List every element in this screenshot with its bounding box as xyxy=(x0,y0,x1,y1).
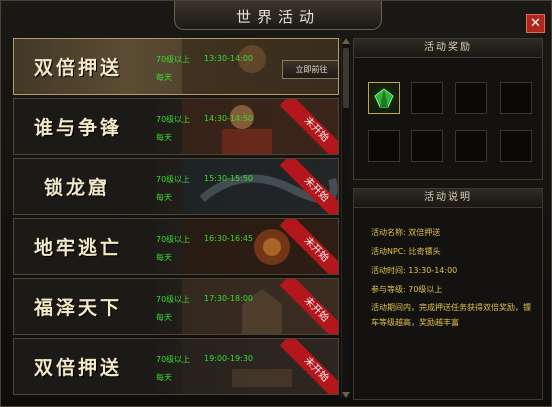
scroll-thumb[interactable] xyxy=(343,48,349,108)
activity-frequency: 每天 xyxy=(156,73,172,82)
desc-line-name: 活动名称: 双倍押送 xyxy=(371,228,441,237)
activity-level: 70级以上 xyxy=(156,235,191,244)
not-started-ribbon: 未开始 xyxy=(277,99,338,154)
activity-name: 双倍押送 xyxy=(34,357,123,379)
status-badge: 未开始 xyxy=(279,159,338,214)
rewards-panel: 活动奖励 xyxy=(353,38,543,180)
desc-line-level: 参与等级: 70级以上 xyxy=(371,285,443,294)
activity-time: 14:30-14:50 xyxy=(204,114,253,123)
not-started-ribbon: 未开始 xyxy=(277,339,338,394)
activity-name: 谁与争锋 xyxy=(34,117,123,139)
activity-row-2[interactable]: 谁与争锋 70级以上 14:30-14:50 每天 未开始 xyxy=(13,98,339,155)
reward-slot-2[interactable] xyxy=(411,82,443,114)
desc-line-npc: 活动NPC: 比奇镖头 xyxy=(371,247,441,256)
status-badge: 未开始 xyxy=(279,99,338,154)
scroll-up-icon[interactable] xyxy=(342,38,350,44)
activity-level: 70级以上 xyxy=(156,175,191,184)
activity-scrollbar[interactable] xyxy=(341,38,350,398)
activity-frequency: 每天 xyxy=(156,253,172,262)
scroll-down-icon[interactable] xyxy=(342,392,350,398)
not-started-ribbon: 未开始 xyxy=(277,159,338,214)
reward-slot-5[interactable] xyxy=(368,130,400,162)
activity-time: 13:30-14:00 xyxy=(204,54,253,63)
rewards-title: 活动奖励 xyxy=(354,39,542,58)
activity-level: 70级以上 xyxy=(156,55,191,64)
reward-slot-1[interactable] xyxy=(368,82,400,114)
green-gem-icon xyxy=(374,88,394,108)
activity-frequency: 每天 xyxy=(156,193,172,202)
activity-level: 70级以上 xyxy=(156,115,191,124)
activity-list: 双倍押送 70级以上 13:30-14:00 每天 立即前往 谁与争锋 70级以… xyxy=(13,38,339,398)
title-plate: 世界活动 xyxy=(174,1,382,30)
close-icon: ✕ xyxy=(530,16,541,31)
status-badge: 未开始 xyxy=(279,339,338,394)
activity-frequency: 每天 xyxy=(156,313,172,322)
activity-time: 19:00-19:30 xyxy=(204,354,253,363)
reward-slot-8[interactable] xyxy=(500,130,532,162)
activity-name: 福泽天下 xyxy=(34,297,123,319)
activity-name: 地牢逃亡 xyxy=(34,237,123,259)
desc-line-time: 活动时间: 13:30-14:00 xyxy=(371,266,458,275)
not-started-ribbon: 未开始 xyxy=(277,219,338,274)
window-title: 世界活动 xyxy=(235,8,320,26)
status-badge: 未开始 xyxy=(279,279,338,334)
reward-slot-3[interactable] xyxy=(455,82,487,114)
not-started-ribbon: 未开始 xyxy=(277,279,338,334)
activity-name: 双倍押送 xyxy=(34,57,123,79)
activity-frequency: 每天 xyxy=(156,133,172,142)
activity-row-6[interactable]: 双倍押送 70级以上 19:00-19:30 每天 未开始 xyxy=(13,338,339,395)
close-button[interactable]: ✕ xyxy=(526,14,545,33)
description-body: 活动名称: 双倍押送 活动NPC: 比奇镖头 活动时间: 13:30-14:00… xyxy=(354,208,542,330)
activity-row-4[interactable]: 地牢逃亡 70级以上 16:30-16:45 每天 未开始 xyxy=(13,218,339,275)
activity-time: 17:30-18:00 xyxy=(204,294,253,303)
status-badge: 未开始 xyxy=(279,219,338,274)
activity-frequency: 每天 xyxy=(156,373,172,382)
activity-level: 70级以上 xyxy=(156,355,191,364)
reward-slot-6[interactable] xyxy=(411,130,443,162)
activity-time: 15:30-15:50 xyxy=(204,174,253,183)
desc-text: 活动期间内，完成押送任务获得双倍奖励，镖车等级越高，奖励越丰富 xyxy=(371,303,531,327)
go-now-button[interactable]: 立即前往 xyxy=(282,60,338,79)
activity-row-5[interactable]: 福泽天下 70级以上 17:30-18:00 每天 未开始 xyxy=(13,278,339,335)
world-activity-window: 世界活动 ✕ 双倍押送 70级以上 13:30-14:00 每天 立即前往 谁与… xyxy=(0,0,552,407)
reward-slot-7[interactable] xyxy=(455,130,487,162)
description-panel: 活动说明 活动名称: 双倍押送 活动NPC: 比奇镖头 活动时间: 13:30-… xyxy=(353,188,543,400)
description-title: 活动说明 xyxy=(354,189,542,208)
activity-row-1[interactable]: 双倍押送 70级以上 13:30-14:00 每天 立即前往 xyxy=(13,38,339,95)
activity-time: 16:30-16:45 xyxy=(204,234,253,243)
activity-name: 锁龙窟 xyxy=(44,177,111,199)
reward-slot-4[interactable] xyxy=(500,82,532,114)
activity-level: 70级以上 xyxy=(156,295,191,304)
activity-row-3[interactable]: 锁龙窟 70级以上 15:30-15:50 每天 未开始 xyxy=(13,158,339,215)
